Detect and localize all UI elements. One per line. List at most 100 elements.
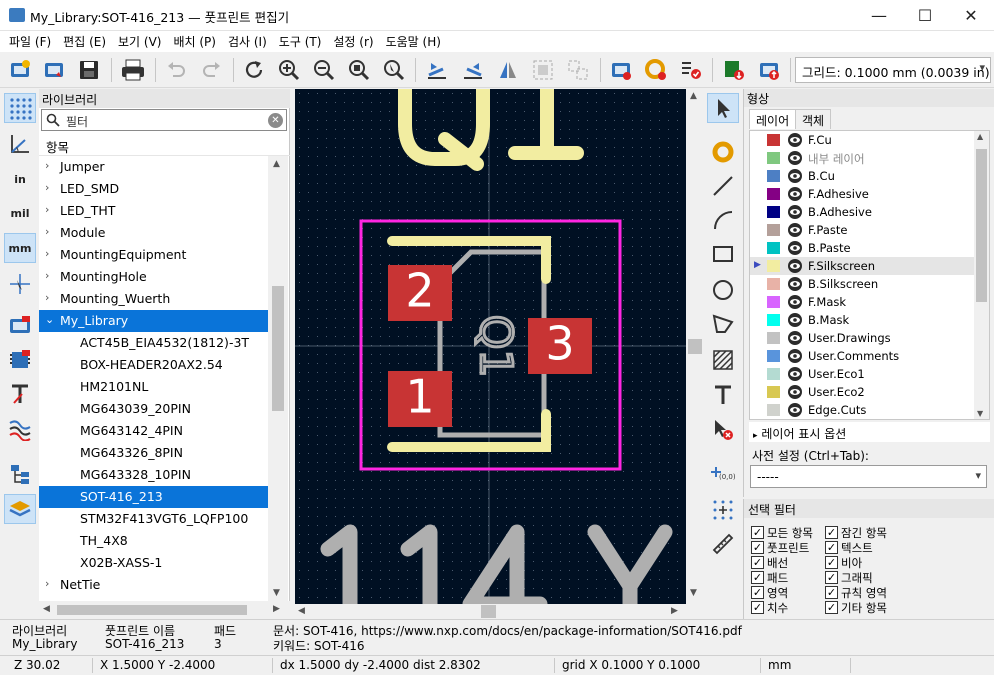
layer-color-swatch[interactable] <box>767 386 780 398</box>
save-icon[interactable] <box>75 56 103 84</box>
layer-row[interactable]: F.Cu <box>750 131 975 149</box>
menu-preferences[interactable]: 설정 (r) <box>327 33 379 50</box>
checkbox-icon[interactable]: ✓ <box>825 601 838 614</box>
library-item[interactable]: ⌄ My_Library <box>39 310 268 332</box>
menu-view[interactable]: 보기 (V) <box>112 33 167 50</box>
visibility-eye-icon[interactable] <box>787 259 803 273</box>
library-footprint-item[interactable]: HM2101NL <box>39 376 268 398</box>
visibility-eye-icon[interactable] <box>787 313 803 327</box>
chevron-right-icon[interactable]: › <box>45 159 49 172</box>
layers-panel-icon[interactable] <box>4 494 36 524</box>
clear-filter-icon[interactable]: ✕ <box>268 113 283 128</box>
chevron-right-icon[interactable]: › <box>45 225 49 238</box>
print-icon[interactable] <box>119 56 147 84</box>
scroll-up-icon[interactable]: ▲ <box>273 159 280 169</box>
visibility-eye-icon[interactable] <box>787 403 803 417</box>
layer-row[interactable]: F.Adhesive <box>750 185 975 203</box>
toggle-grid-icon[interactable] <box>4 93 36 123</box>
menu-place[interactable]: 배치 (P) <box>167 33 222 50</box>
footprint-checker-icon[interactable] <box>677 56 705 84</box>
zoom-selection-icon[interactable] <box>380 56 408 84</box>
preset-select[interactable]: ----- ▾ <box>750 465 987 488</box>
set-grid-origin-icon[interactable] <box>707 495 739 525</box>
layer-color-swatch[interactable] <box>767 242 780 254</box>
new-footprint-wizard-icon[interactable] <box>40 56 68 84</box>
layer-color-swatch[interactable] <box>767 332 780 344</box>
visibility-eye-icon[interactable] <box>787 133 803 147</box>
draw-polygon-icon[interactable] <box>707 309 739 339</box>
layer-row[interactable]: F.Paste <box>750 221 975 239</box>
layer-color-swatch[interactable] <box>767 350 780 362</box>
pad-sketch-icon[interactable] <box>4 311 36 341</box>
measure-tool-icon[interactable] <box>707 529 739 559</box>
visibility-eye-icon[interactable] <box>787 349 803 363</box>
library-footprint-item[interactable]: TH_4X8 <box>39 530 268 552</box>
zoom-fit-icon[interactable] <box>345 56 373 84</box>
checkbox-icon[interactable]: ✓ <box>751 571 764 584</box>
add-text-icon[interactable] <box>707 380 739 410</box>
layer-color-swatch[interactable] <box>767 206 780 218</box>
canvas-vscroll-thumb[interactable] <box>688 339 702 354</box>
layer-row[interactable]: User.Eco1 <box>750 365 975 383</box>
add-pad-icon[interactable] <box>707 137 739 167</box>
group-icon[interactable] <box>529 56 557 84</box>
checkbox-icon[interactable]: ✓ <box>751 556 764 569</box>
checkbox-icon[interactable]: ✓ <box>751 526 764 539</box>
library-item[interactable]: › Jumper <box>39 156 268 178</box>
checkbox-icon[interactable]: ✓ <box>751 586 764 599</box>
layer-color-swatch[interactable] <box>767 188 780 200</box>
fab-ref-text[interactable]: Q1 <box>469 313 523 379</box>
visibility-eye-icon[interactable] <box>787 367 803 381</box>
library-footprint-item[interactable]: X02B-XASS-1 <box>39 552 268 574</box>
layer-row[interactable]: Edge.Cuts <box>750 401 975 419</box>
rotate-ccw-icon[interactable] <box>423 56 451 84</box>
layer-list-scrollbar[interactable]: ▲ ▼ <box>974 131 989 419</box>
visibility-eye-icon[interactable] <box>787 385 803 399</box>
minimize-button[interactable]: — <box>856 0 902 31</box>
pad-2[interactable]: 2 <box>388 264 452 322</box>
layer-row[interactable]: ▶ F.Silkscreen <box>750 257 975 275</box>
library-hscrollbar[interactable]: ◀ ▶ <box>39 601 290 619</box>
canvas-vscrollbar[interactable]: ▲ ▼ <box>686 89 704 604</box>
library-footprint-item[interactable]: STM32F413VGT6_LQFP100 <box>39 508 268 530</box>
draw-line-icon[interactable] <box>707 171 739 201</box>
mil-units-button[interactable]: mil <box>4 198 36 228</box>
library-item[interactable]: › LED_SMD <box>39 178 268 200</box>
footprint-canvas[interactable]: Q1 2 3 1 <box>295 89 686 604</box>
layer-color-swatch[interactable] <box>767 134 780 146</box>
checkbox-icon[interactable]: ✓ <box>825 541 838 554</box>
library-item[interactable]: › NetTie <box>39 574 268 596</box>
redo-icon[interactable] <box>198 56 226 84</box>
layer-row[interactable]: B.Mask <box>750 311 975 329</box>
insert-into-board-icon[interactable] <box>755 56 783 84</box>
inch-units-button[interactable]: in <box>4 164 36 194</box>
menu-inspect[interactable]: 검사 (I) <box>222 33 273 50</box>
library-footprint-item[interactable]: MG643142_4PIN <box>39 420 268 442</box>
chevron-right-icon[interactable]: › <box>45 181 49 194</box>
undo-icon[interactable] <box>162 56 190 84</box>
select-tool-icon[interactable] <box>707 93 739 123</box>
draw-circle-icon[interactable] <box>707 275 739 305</box>
layer-display-options[interactable]: ▸ 레이어 표시 옵션 <box>749 422 990 442</box>
chevron-right-icon[interactable]: › <box>45 247 49 260</box>
checkbox-icon[interactable]: ✓ <box>825 526 838 539</box>
mm-units-button[interactable]: mm <box>4 233 36 263</box>
layer-row[interactable]: F.Mask <box>750 293 975 311</box>
library-item[interactable]: › MountingHole <box>39 266 268 288</box>
layer-row[interactable]: B.Silkscreen <box>750 275 975 293</box>
layer-row[interactable]: B.Paste <box>750 239 975 257</box>
layer-row[interactable]: 내부 레이어 <box>750 149 975 167</box>
menu-tools[interactable]: 도구 (T) <box>273 33 328 50</box>
layer-row[interactable]: B.Cu <box>750 167 975 185</box>
pad-3[interactable]: 3 <box>528 317 592 375</box>
visibility-eye-icon[interactable] <box>787 241 803 255</box>
chevron-down-icon[interactable]: ⌄ <box>45 313 54 326</box>
grid-select[interactable]: 그리드: 0.1000 mm (0.0039 in) ▾ <box>795 57 991 83</box>
scroll-right-icon[interactable]: ▶ <box>671 606 678 616</box>
layer-color-swatch[interactable] <box>767 224 780 236</box>
checkbox-icon[interactable]: ✓ <box>751 541 764 554</box>
visibility-eye-icon[interactable] <box>787 151 803 165</box>
scroll-up-icon[interactable]: ▲ <box>977 132 983 141</box>
scroll-up-icon[interactable]: ▲ <box>690 91 697 101</box>
library-vscrollbar[interactable]: ▲ ▼ <box>268 156 288 601</box>
